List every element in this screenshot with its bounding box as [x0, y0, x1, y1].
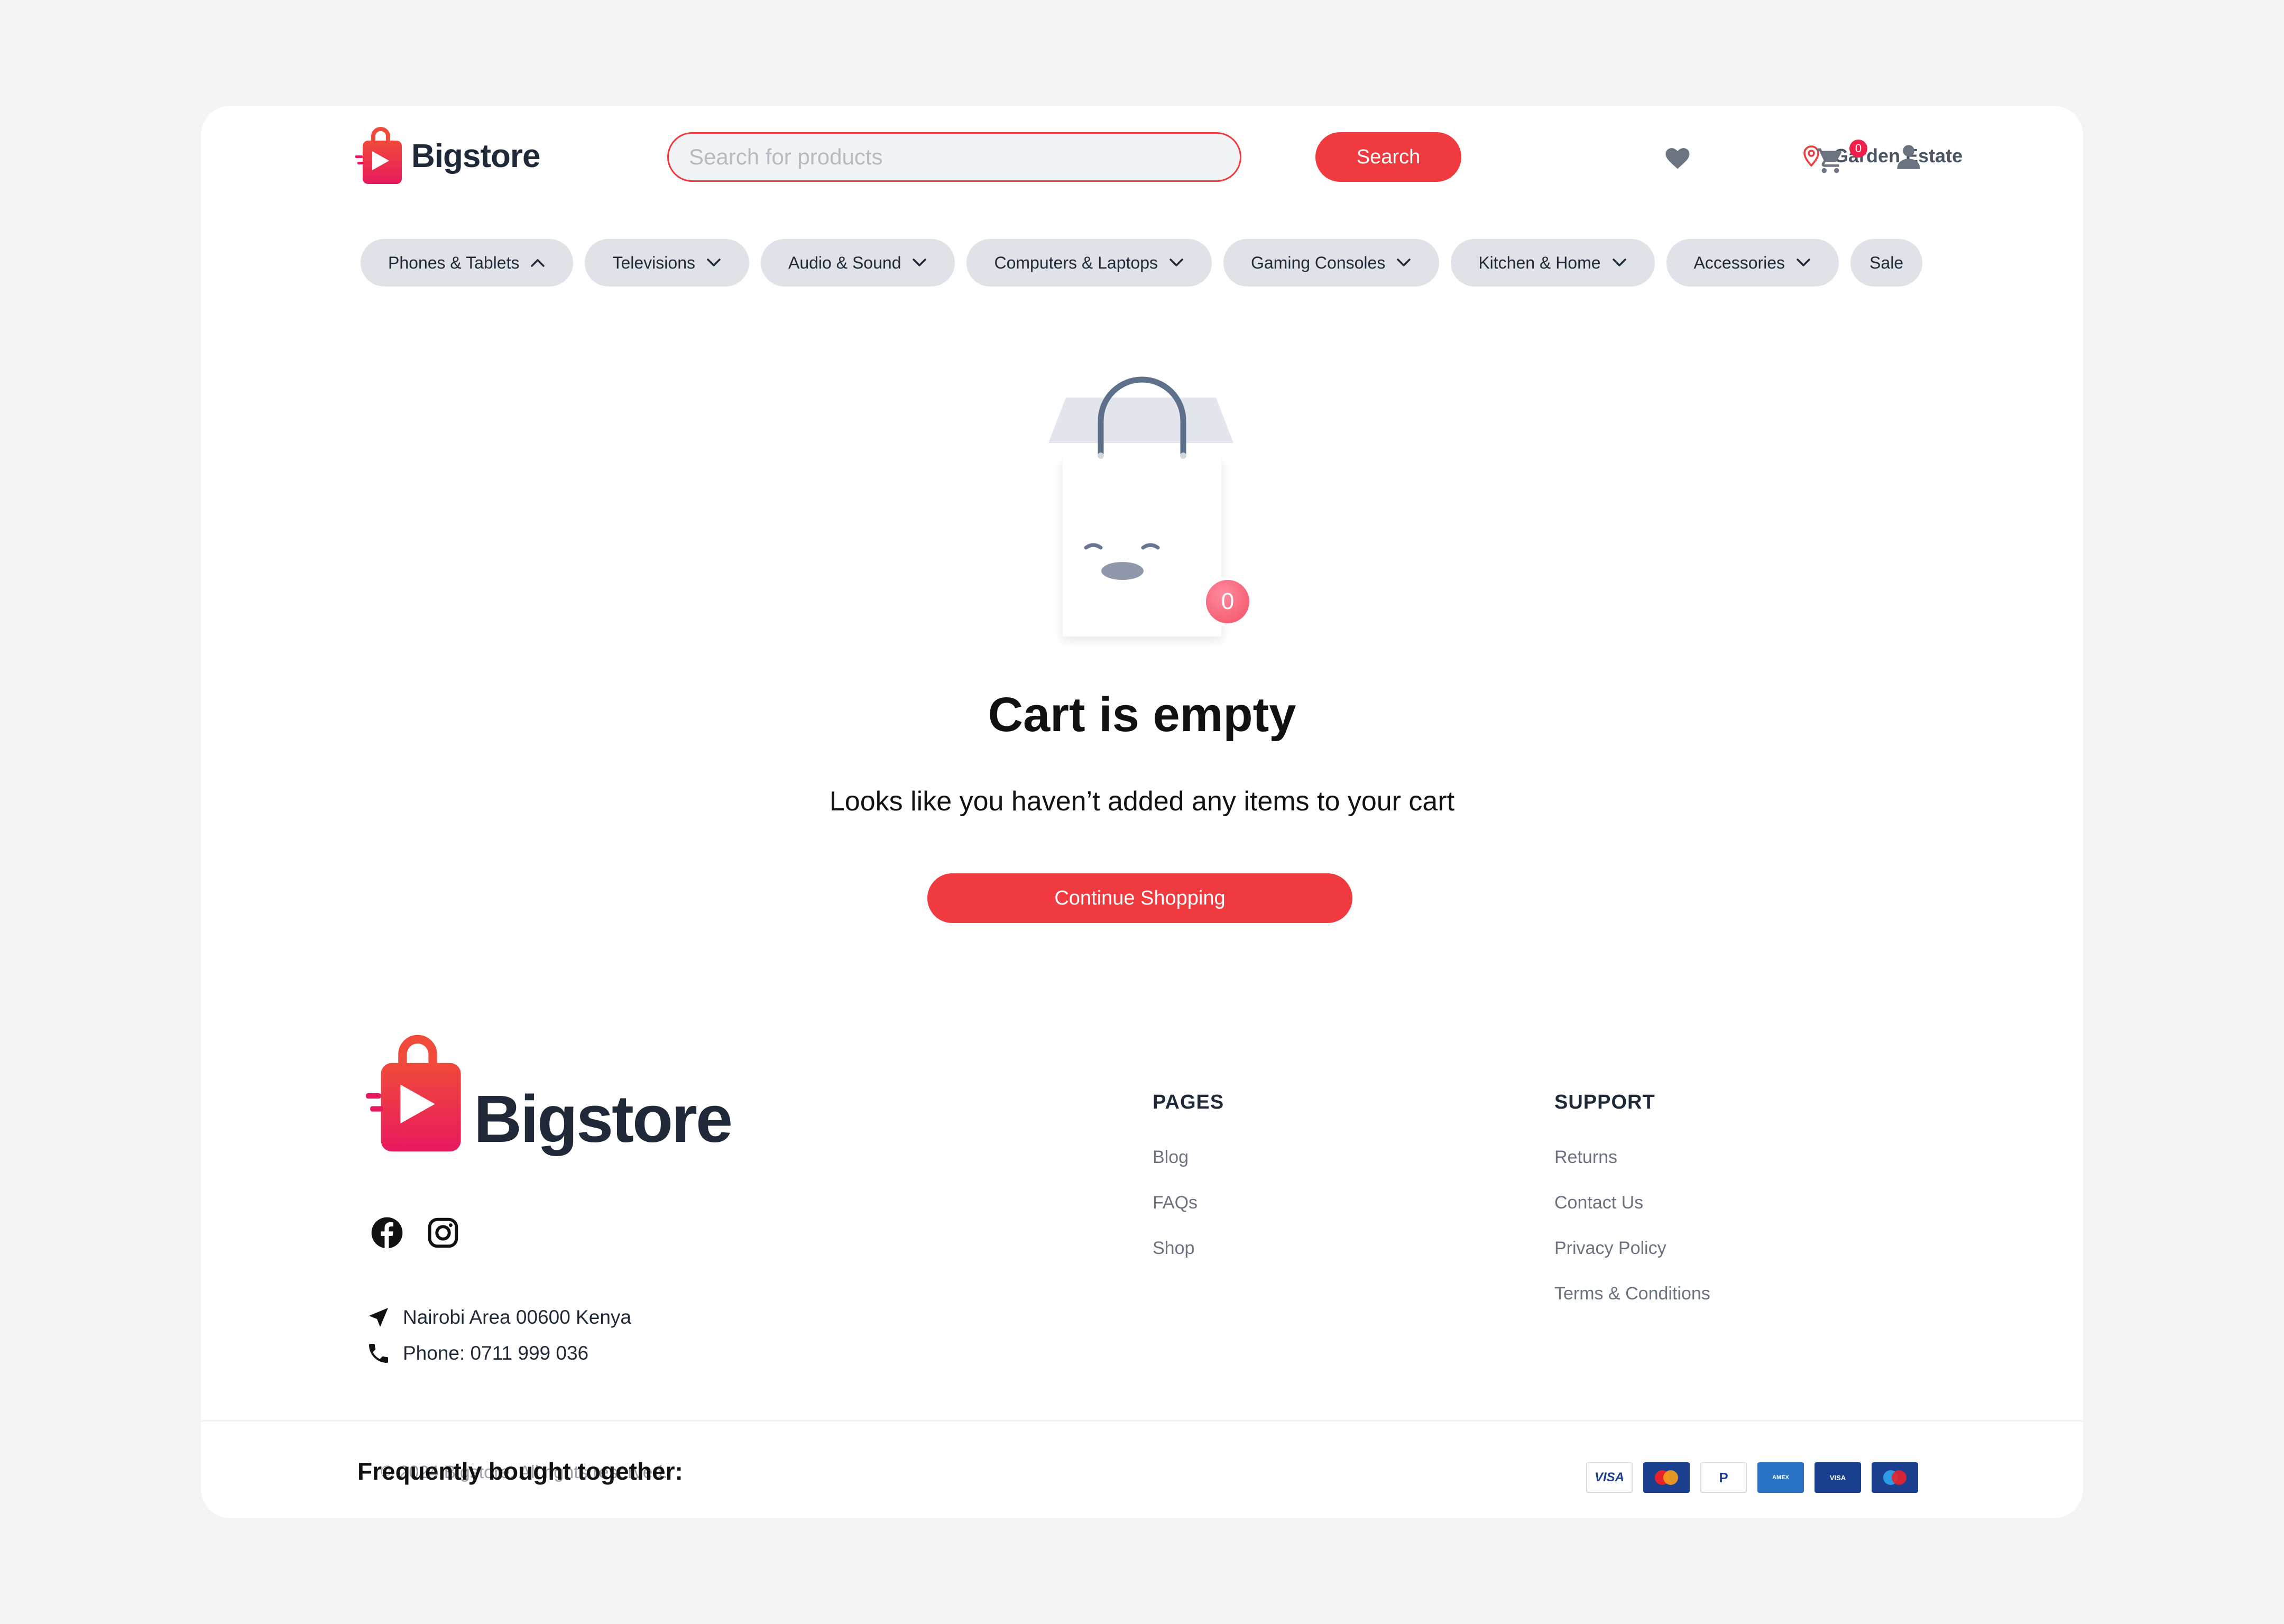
nav-item-label: Televisions: [612, 253, 695, 272]
footer-link-returns[interactable]: Returns: [1554, 1147, 1617, 1168]
footer-link-faqs[interactable]: FAQs: [1153, 1193, 1198, 1213]
nav-item-televisions[interactable]: Televisions: [585, 239, 749, 287]
pages-heading: PAGES: [1153, 1091, 1224, 1113]
page-card: Bigstore Search Garden Estate 0 Phones &…: [201, 106, 2083, 1518]
chevron-down-icon: [911, 257, 927, 268]
shopping-bag-logo-icon: [355, 127, 402, 184]
phone-text: Phone: 0711 999 036: [403, 1342, 589, 1364]
facebook-icon[interactable]: [370, 1216, 404, 1250]
footer-phone: Phone: 0711 999 036: [366, 1341, 588, 1366]
cart-count-badge: 0: [1849, 140, 1867, 158]
visa-electron-icon: VISA: [1815, 1462, 1861, 1493]
heart-icon[interactable]: [1663, 144, 1692, 170]
nav-item-label: Computers & Laptops: [994, 253, 1158, 272]
nav-item-kitchen-home[interactable]: Kitchen & Home: [1451, 239, 1655, 287]
nav-item-sale[interactable]: Sale: [1850, 239, 1923, 287]
empty-bag-illustration: [1048, 376, 1252, 636]
address-text: Nairobi Area 00600 Kenya: [403, 1306, 631, 1328]
empty-cart-subtitle: Looks like you haven’t added any items t…: [829, 786, 1455, 817]
instagram-icon[interactable]: [426, 1216, 460, 1250]
nav-item-label: Phones & Tablets: [388, 253, 520, 272]
chevron-down-icon: [1168, 257, 1184, 268]
nav-item-label: Kitchen & Home: [1478, 253, 1601, 272]
nav-item-gaming-consoles[interactable]: Gaming Consoles: [1223, 239, 1440, 287]
chevron-down-icon: [1795, 257, 1811, 268]
header-logo[interactable]: Bigstore: [355, 126, 540, 186]
navigation-arrow-icon: [369, 1308, 388, 1327]
nav-item-computers-laptops[interactable]: Computers & Laptops: [966, 239, 1212, 287]
frequently-bought-heading: Frequently bought together:: [357, 1457, 683, 1485]
nav-item-accessories[interactable]: Accessories: [1666, 239, 1839, 287]
shopping-cart-icon[interactable]: [1816, 146, 1845, 176]
footer-link-contact-us[interactable]: Contact Us: [1554, 1193, 1643, 1213]
chevron-down-icon: [1611, 257, 1627, 268]
footer-link-blog[interactable]: Blog: [1153, 1147, 1189, 1168]
shopping-bag-logo-icon: [366, 1035, 461, 1152]
search-input[interactable]: [667, 132, 1241, 182]
american-express-icon: AMEX: [1757, 1462, 1804, 1493]
footer-logo[interactable]: Bigstore: [366, 1032, 733, 1157]
visa-card-icon: VISA: [1586, 1462, 1633, 1493]
nav-item-audio-sound[interactable]: Audio & Sound: [760, 239, 955, 287]
maestro-icon: [1872, 1462, 1918, 1493]
chevron-down-icon: [1396, 257, 1412, 268]
payment-methods: VISA P AMEX VISA: [1586, 1462, 1918, 1493]
category-nav: Phones & Tablets Televisions Audio & Sou…: [361, 239, 1923, 287]
chevron-down-icon: [706, 257, 722, 268]
mastercard-icon: [1643, 1462, 1690, 1493]
empty-cart-title: Cart is empty: [988, 688, 1296, 742]
search-button[interactable]: Search: [1315, 132, 1461, 182]
nav-item-phones-tablets[interactable]: Phones & Tablets: [361, 239, 574, 287]
empty-cart-badge: 0: [1221, 588, 1235, 614]
nav-item-label: Sale: [1869, 253, 1904, 272]
footer-link-terms-conditions[interactable]: Terms & Conditions: [1554, 1284, 1710, 1304]
support-heading: SUPPORT: [1554, 1091, 1655, 1113]
user-account-icon[interactable]: [1895, 143, 1922, 170]
paypal-icon: P: [1700, 1462, 1747, 1493]
chevron-up-icon: [530, 257, 546, 268]
nav-item-label: Audio & Sound: [788, 253, 901, 272]
nav-item-label: Gaming Consoles: [1250, 253, 1386, 272]
phone-icon: [369, 1344, 388, 1363]
footer-address: Nairobi Area 00600 Kenya: [366, 1305, 631, 1330]
footer-link-privacy-policy[interactable]: Privacy Policy: [1554, 1238, 1666, 1259]
footer-divider: [201, 1420, 2083, 1422]
continue-shopping-button[interactable]: Continue Shopping: [927, 873, 1352, 923]
nav-item-label: Accessories: [1693, 253, 1785, 272]
brand-name: Bigstore: [411, 137, 540, 174]
footer-brand-name: Bigstore: [474, 1082, 733, 1156]
footer-link-shop[interactable]: Shop: [1153, 1238, 1194, 1259]
